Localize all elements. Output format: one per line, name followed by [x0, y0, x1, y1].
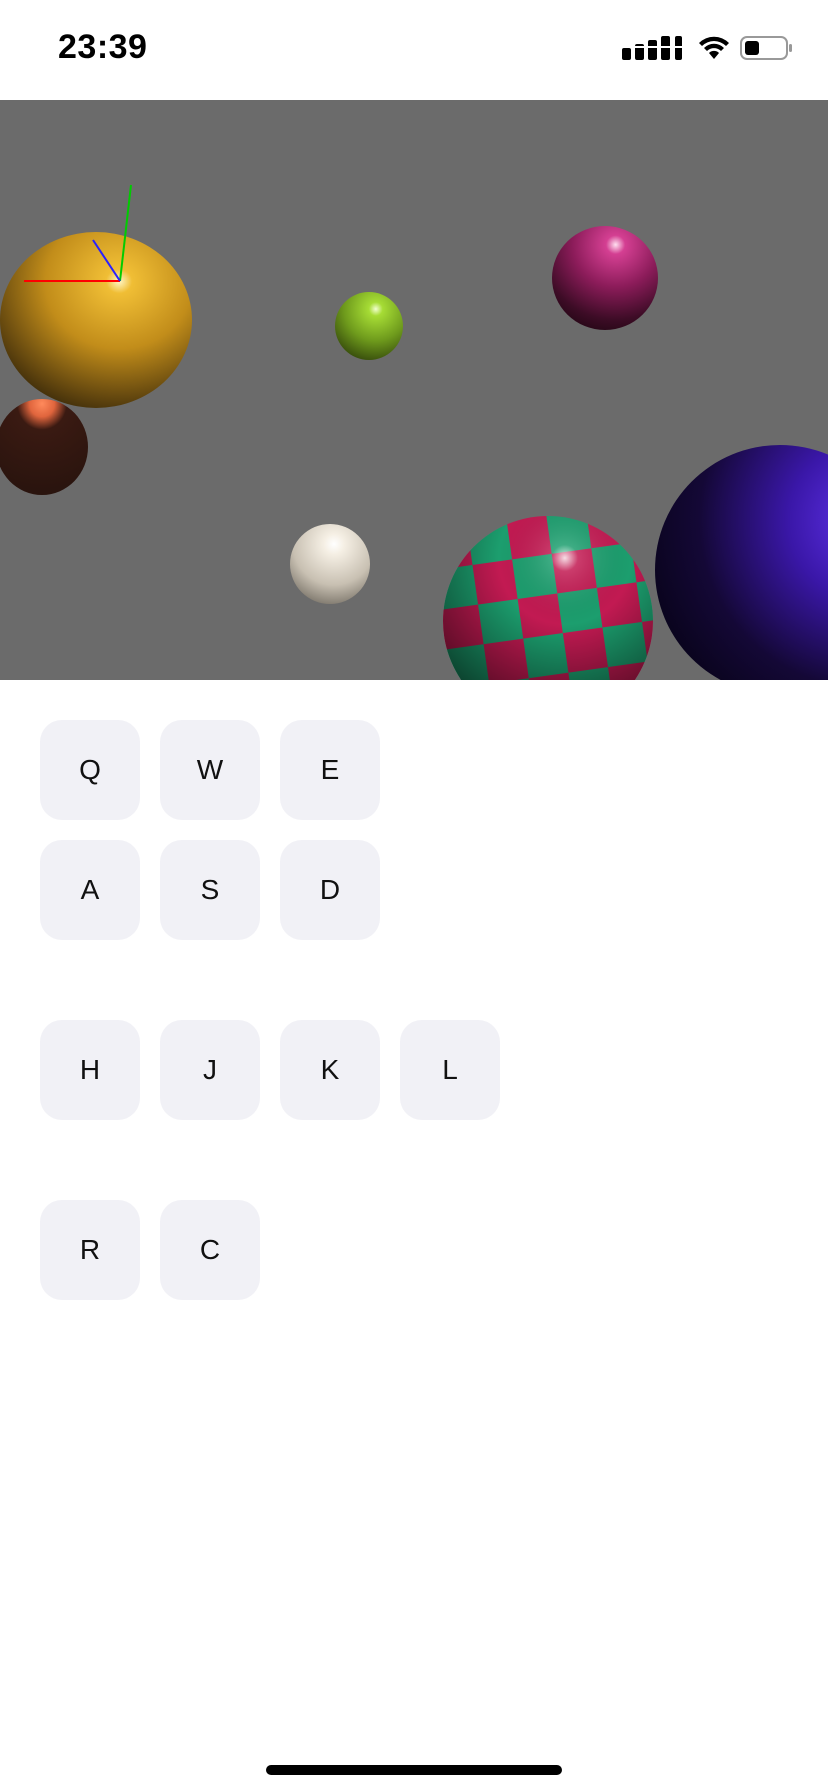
key-d-button[interactable]: D: [280, 840, 380, 940]
scene-canvas: [0, 184, 828, 680]
key-a-button[interactable]: A: [40, 840, 140, 940]
status-time: 23:39: [58, 28, 148, 66]
white-sphere: [290, 524, 370, 604]
key-w-button[interactable]: W: [160, 720, 260, 820]
key-q-button[interactable]: Q: [40, 720, 140, 820]
orange-sphere: [0, 399, 88, 495]
key-j-button[interactable]: J: [160, 1020, 260, 1120]
key-s-button[interactable]: S: [160, 840, 260, 940]
key-k-button[interactable]: K: [280, 1020, 380, 1120]
lime-sphere: [335, 292, 403, 360]
status-bar: 23:39: [0, 0, 828, 100]
status-icons: [620, 34, 794, 67]
home-indicator[interactable]: [266, 1765, 562, 1775]
magenta-sphere: [552, 226, 658, 330]
key-r-button[interactable]: R: [40, 1200, 140, 1300]
yellow-sphere: [0, 232, 192, 408]
scene-viewport[interactable]: [0, 100, 828, 680]
key-h-button[interactable]: H: [40, 1020, 140, 1120]
wifi-icon: [698, 35, 730, 66]
key-e-button[interactable]: E: [280, 720, 380, 820]
key-c-button[interactable]: C: [160, 1200, 260, 1300]
key-l-button[interactable]: L: [400, 1020, 500, 1120]
cellular-signal-icon: [620, 34, 688, 67]
blue-sphere: [655, 445, 828, 680]
battery-icon: [740, 35, 794, 66]
checkered-sphere: [443, 516, 653, 680]
